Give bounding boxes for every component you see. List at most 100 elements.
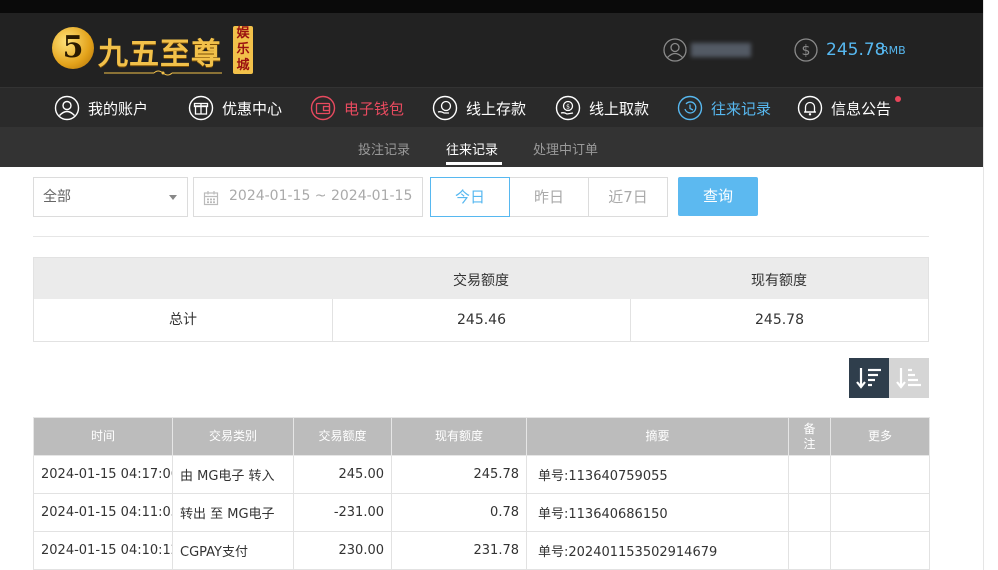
divider: [33, 236, 929, 237]
subnav-active-underline: [446, 162, 502, 165]
date-range-input[interactable]: 2024-01-15 ~ 2024-01-15: [193, 177, 423, 217]
nav-label: 信息公告: [831, 99, 892, 118]
cell-time: 2024-01-15 04:10:12: [33, 531, 173, 570]
col-balance: 现有额度: [391, 417, 527, 456]
balance-currency: RMB: [881, 44, 906, 57]
username-redacted: [691, 43, 751, 57]
main-nav: 我的账户 优惠中心 电子钱包 线上存款 $ 线上取款 往来记录 信息公告: [0, 87, 983, 127]
caret-down-icon: [169, 195, 177, 200]
nav-item-transaction-records[interactable]: 往来记录: [677, 94, 771, 122]
sort-asc-button[interactable]: [889, 358, 929, 398]
query-button[interactable]: 查询: [678, 177, 758, 216]
sort-desc-icon: [856, 368, 881, 389]
col-more: 更多: [830, 417, 930, 456]
records-icon: [677, 95, 703, 121]
user-avatar-icon: [663, 38, 687, 62]
svg-text:$: $: [566, 104, 570, 111]
range-7days-button[interactable]: 近7日: [588, 177, 668, 217]
nav-item-e-wallet[interactable]: 电子钱包: [310, 94, 404, 122]
user-block[interactable]: [663, 38, 763, 62]
sub-nav: 投注记录 往来记录 处理中订单: [0, 127, 983, 167]
balance-block: $ 245.78 RMB: [794, 38, 934, 62]
cell-remark: [788, 531, 831, 570]
nav-item-promotions[interactable]: 优惠中心: [188, 94, 282, 122]
bell-icon: [797, 95, 823, 121]
subnav-bet-records[interactable]: 投注记录: [358, 139, 410, 158]
withdraw-coin-icon: $: [555, 95, 581, 121]
records-header-row: 时间 交易类别 交易额度 现有额度 摘要 备注 更多: [33, 417, 930, 456]
logo-badge: 娱 乐 城: [233, 26, 253, 74]
cell-amount: 230.00: [293, 531, 392, 570]
cell-type: 转出 至 MG电子: [172, 493, 294, 532]
records-table: 时间 交易类别 交易额度 现有额度 摘要 备注 更多 2024-01-15 04…: [33, 417, 930, 570]
cell-type: CGPAY支付: [172, 531, 294, 570]
top-strip: [0, 0, 983, 13]
sort-asc-icon: [896, 368, 921, 389]
cell-amount: -231.00: [293, 493, 392, 532]
nav-label: 线上存款: [466, 99, 527, 118]
logo-flourish-icon: [104, 70, 222, 76]
cell-amount: 245.00: [293, 455, 392, 494]
col-amount: 交易额度: [293, 417, 392, 456]
nav-item-my-account[interactable]: 我的账户: [54, 94, 148, 122]
subnav-transaction-records[interactable]: 往来记录: [446, 139, 498, 158]
nav-item-online-deposit[interactable]: 线上存款: [432, 94, 526, 122]
cell-balance: 0.78: [391, 493, 527, 532]
col-remark: 备注: [788, 417, 831, 456]
table-row: 2024-01-15 04:17:06 由 MG电子 转入 245.00 245…: [33, 455, 930, 494]
cell-type: 由 MG电子 转入: [172, 455, 294, 494]
summary-row: 总计 245.46 245.78: [34, 299, 928, 341]
cell-summary: 单号:113640686150: [526, 493, 789, 532]
summary-header: 交易额度 现有额度: [34, 258, 928, 299]
nav-label: 往来记录: [711, 99, 772, 118]
date-range-value: 2024-01-15 ~ 2024-01-15: [229, 188, 413, 204]
cell-summary: 单号:202401153502914679: [526, 531, 789, 570]
site-logo[interactable]: 5 九五至尊 娱 乐 城: [52, 25, 257, 77]
deposit-coin-icon: [432, 95, 458, 121]
balance-amount: 245.78: [826, 40, 886, 60]
cell-balance: 245.78: [391, 455, 527, 494]
summary-total-label: 总计: [169, 312, 197, 328]
type-select-value: 全部: [43, 189, 71, 205]
nav-label: 线上取款: [589, 99, 650, 118]
cell-more[interactable]: [830, 455, 930, 494]
summary-trade-amount: 245.46: [332, 299, 630, 341]
gift-icon: [188, 95, 214, 121]
col-summary: 摘要: [526, 417, 789, 456]
notification-dot: [895, 96, 902, 102]
table-row: 2024-01-15 04:10:12 CGPAY支付 230.00 231.7…: [33, 531, 930, 570]
svg-text:$: $: [802, 43, 811, 59]
wallet-icon: [310, 95, 336, 121]
sort-desc-button[interactable]: [849, 358, 889, 398]
cell-remark: [788, 455, 831, 494]
nav-item-announcements[interactable]: 信息公告: [797, 94, 902, 122]
cell-time: 2024-01-15 04:11:05: [33, 493, 173, 532]
nav-label: 优惠中心: [222, 99, 283, 118]
site-header: 5 九五至尊 娱 乐 城 $ 245.78 RMB: [0, 13, 983, 87]
cell-more[interactable]: [830, 493, 930, 532]
nav-item-online-withdraw[interactable]: $ 线上取款: [555, 94, 649, 122]
user-icon: [54, 95, 80, 121]
nav-label: 我的账户: [88, 99, 149, 118]
col-time: 时间: [33, 417, 173, 456]
logo-mark-icon: 5: [52, 27, 94, 69]
range-yesterday-button[interactable]: 昨日: [509, 177, 589, 217]
summary-header-current-amount: 现有额度: [751, 273, 807, 289]
summary-current-amount: 245.78: [630, 299, 928, 341]
cell-summary: 单号:113640759055: [526, 455, 789, 494]
cell-more[interactable]: [830, 531, 930, 570]
range-today-button[interactable]: 今日: [430, 177, 510, 217]
window-scrollbar[interactable]: [983, 0, 998, 570]
calendar-icon: [203, 191, 219, 206]
cell-remark: [788, 493, 831, 532]
subnav-pending-orders[interactable]: 处理中订单: [533, 139, 598, 158]
type-select[interactable]: 全部: [33, 177, 188, 217]
table-row: 2024-01-15 04:11:05 转出 至 MG电子 -231.00 0.…: [33, 493, 930, 532]
summary-header-trade-amount: 交易额度: [453, 273, 509, 289]
col-type: 交易类别: [172, 417, 294, 456]
nav-label: 电子钱包: [344, 99, 405, 118]
cell-time: 2024-01-15 04:17:06: [33, 455, 173, 494]
app-root: 5 九五至尊 娱 乐 城 $ 245.78 RMB 我的账户 优惠中心 电子钱包…: [0, 0, 998, 570]
logo-text: 九五至尊: [98, 37, 222, 72]
summary-table: 交易额度 现有额度 总计 245.46 245.78: [33, 257, 929, 342]
